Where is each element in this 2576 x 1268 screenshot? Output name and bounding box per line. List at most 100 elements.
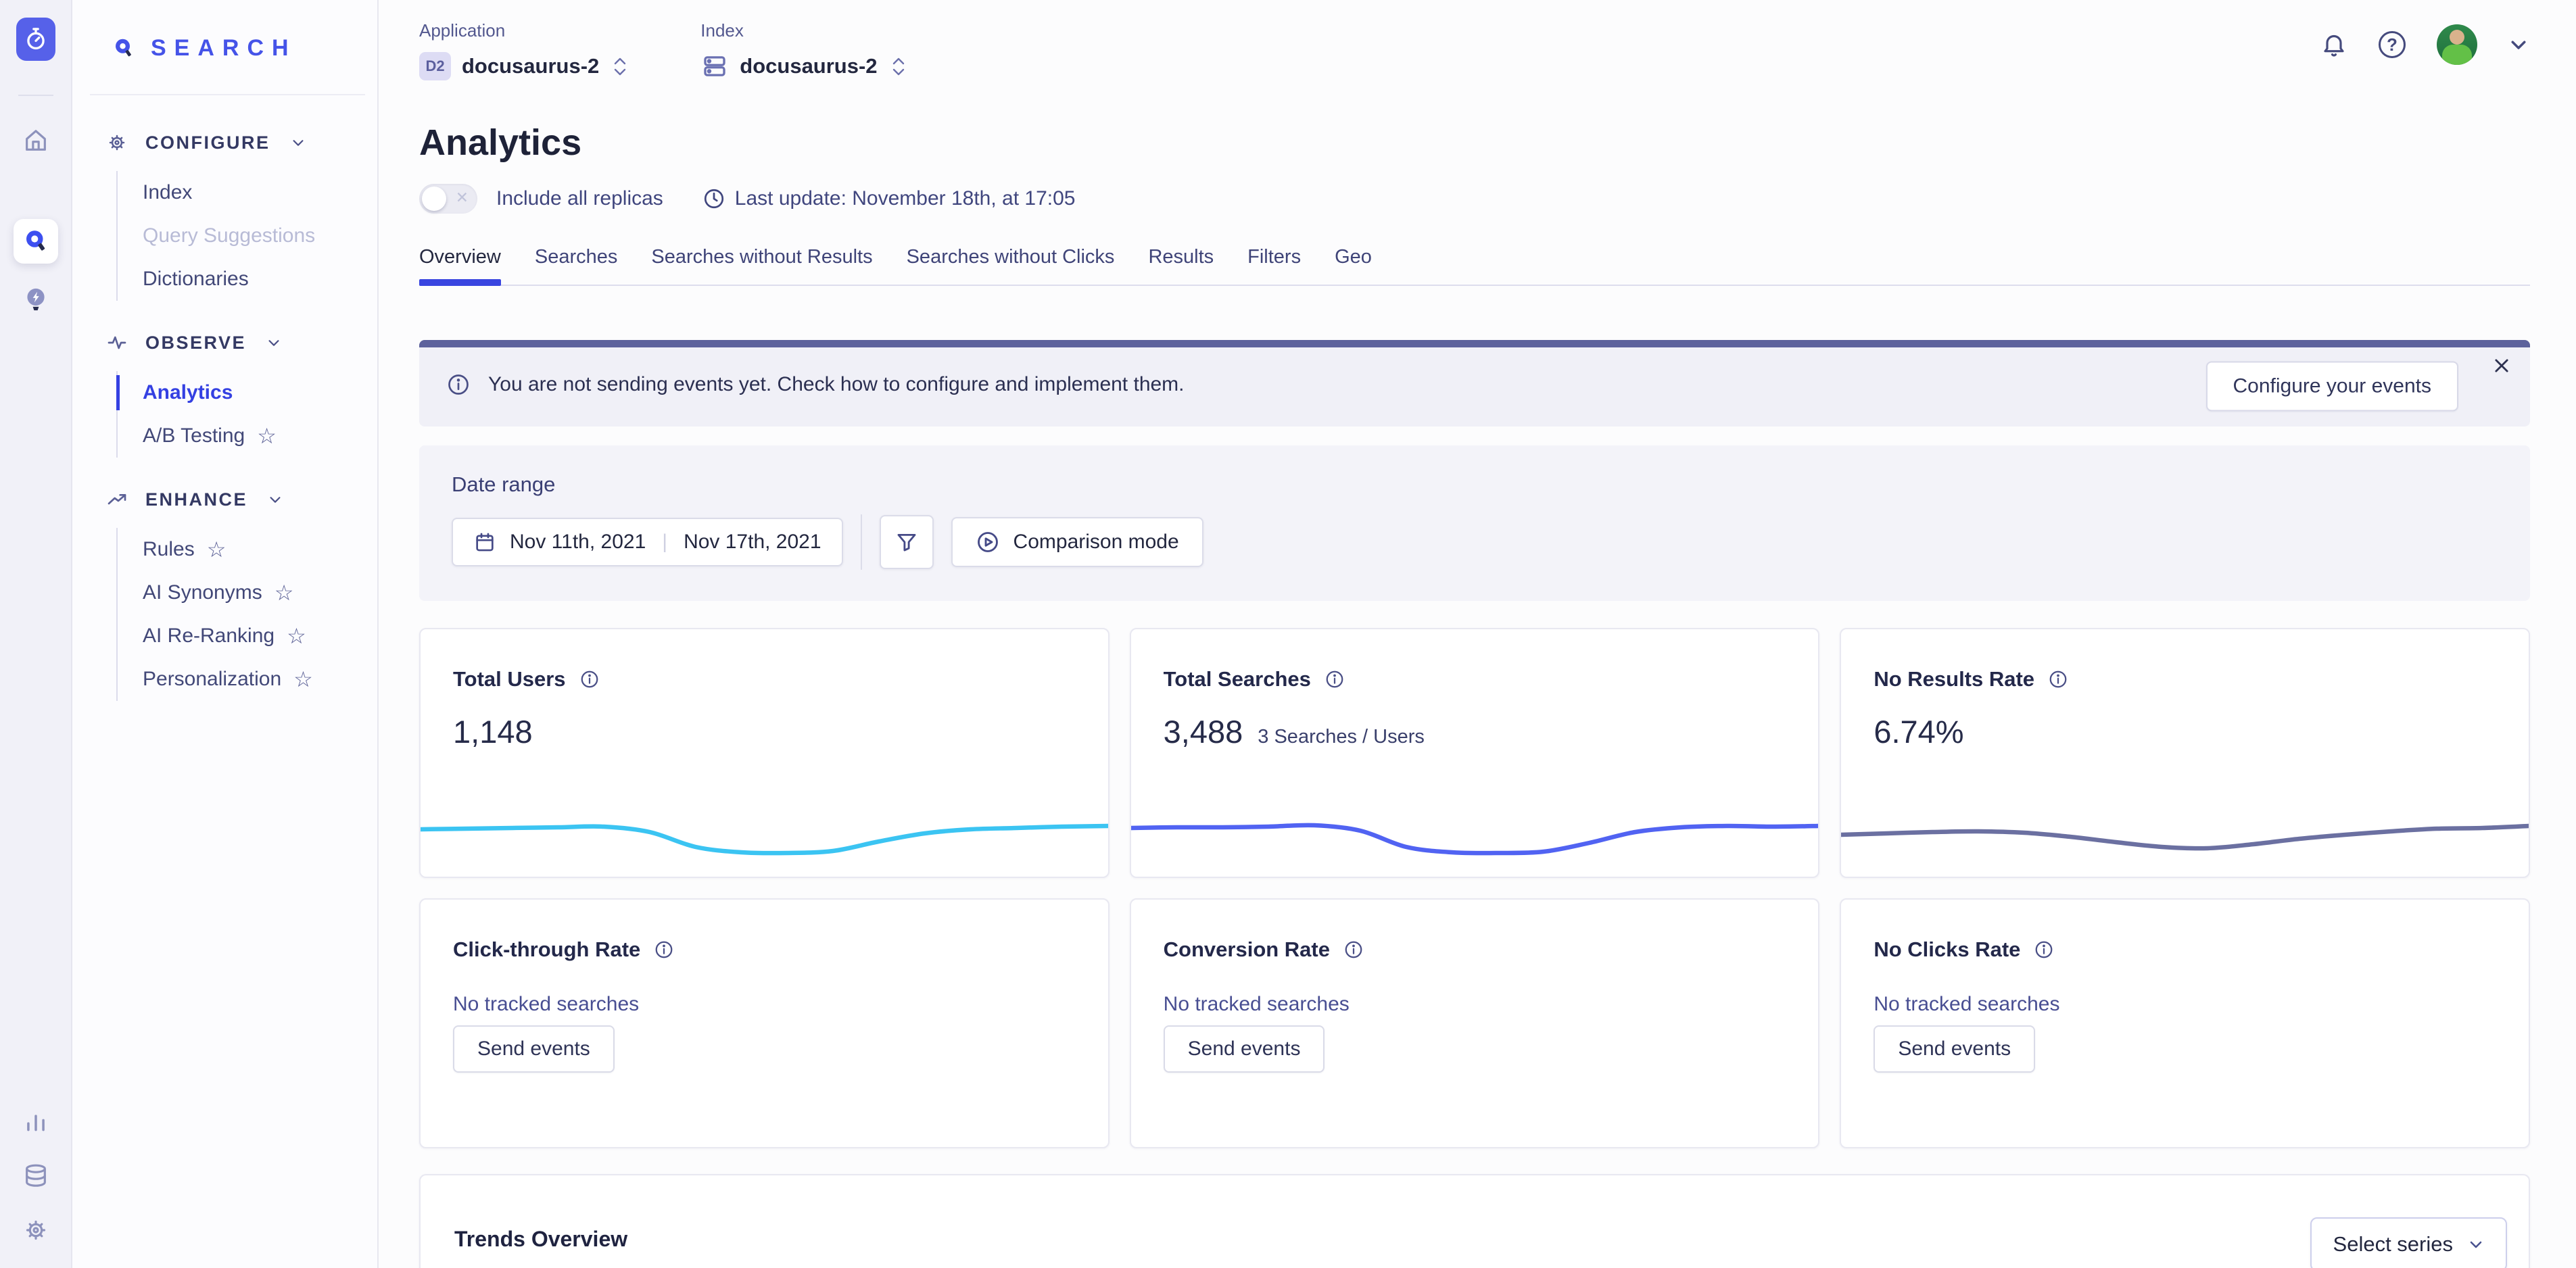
tab-searches-without-results[interactable]: Searches without Results bbox=[651, 246, 872, 285]
gear-icon[interactable] bbox=[22, 1217, 49, 1244]
nav-section-configure: CONFIGURE Index Query Suggestions Dictio… bbox=[106, 132, 377, 301]
sidebar-item-ab-testing[interactable]: A/B Testing ☆ bbox=[143, 414, 377, 458]
nav-header-configure[interactable]: CONFIGURE bbox=[106, 132, 377, 153]
bar-chart-icon[interactable] bbox=[23, 1108, 49, 1134]
toggle-knob bbox=[422, 187, 446, 211]
gear-icon bbox=[106, 132, 128, 153]
nav-section-enhance: ENHANCE Rules ☆ AI Synonyms ☆ AI Re-Rank… bbox=[106, 489, 377, 701]
info-icon[interactable] bbox=[2034, 940, 2054, 960]
sidebar-item-personalization[interactable]: Personalization ☆ bbox=[143, 658, 377, 701]
include-replicas-toggle[interactable]: ✕ bbox=[419, 184, 477, 214]
lightbulb-icon[interactable] bbox=[22, 285, 50, 314]
sidebar-item-dictionaries[interactable]: Dictionaries bbox=[143, 258, 377, 301]
nav-header-observe[interactable]: OBSERVE bbox=[106, 332, 377, 353]
info-icon[interactable] bbox=[1343, 940, 1364, 960]
application-value: docusaurus-2 bbox=[462, 54, 599, 78]
card-no-results-rate: No Results Rate 6.74% bbox=[1840, 628, 2530, 878]
date-separator: | bbox=[662, 531, 667, 554]
product-logo-text: SEARCH bbox=[151, 35, 297, 62]
sparkline-chart bbox=[421, 787, 1108, 869]
filter-button[interactable] bbox=[880, 515, 934, 569]
select-series-label: Select series bbox=[2333, 1232, 2453, 1257]
date-range-picker[interactable]: Nov 11th, 2021 | Nov 17th, 2021 bbox=[452, 518, 843, 566]
card-title: Click-through Rate bbox=[453, 937, 640, 962]
sparkline-chart bbox=[1841, 787, 2529, 869]
tab-searches[interactable]: Searches bbox=[535, 246, 618, 285]
star-icon: ☆ bbox=[287, 623, 306, 649]
last-update-text: Last update: November 18th, at 17:05 bbox=[735, 187, 1076, 210]
card-value: 6.74% bbox=[1874, 713, 1963, 750]
play-circle-icon bbox=[976, 530, 1000, 554]
help-icon[interactable]: ? bbox=[2379, 31, 2406, 58]
tab-filters[interactable]: Filters bbox=[1247, 246, 1301, 285]
home-icon[interactable] bbox=[22, 127, 49, 154]
tab-overview[interactable]: Overview bbox=[419, 246, 501, 285]
chevron-down-icon bbox=[291, 135, 306, 150]
sidebar-item-analytics[interactable]: Analytics bbox=[143, 371, 377, 414]
content: Analytics ✕ Include all replicas Last up… bbox=[379, 108, 2576, 1268]
index-rows-icon bbox=[700, 52, 729, 80]
star-icon: ☆ bbox=[275, 580, 294, 606]
configure-events-button[interactable]: Configure your events bbox=[2206, 361, 2459, 411]
sidebar-item-query-suggestions[interactable]: Query Suggestions bbox=[143, 214, 377, 258]
date-range-panel: Date range Nov 11th, 2021 | Nov 17th, 20… bbox=[419, 445, 2530, 601]
info-icon[interactable] bbox=[2048, 669, 2068, 689]
info-icon[interactable] bbox=[654, 940, 674, 960]
send-events-button[interactable]: Send events bbox=[1164, 1025, 1325, 1073]
sidebar-item-rules[interactable]: Rules ☆ bbox=[143, 528, 377, 571]
chevron-down-icon bbox=[266, 335, 281, 350]
rail-item-search-active[interactable] bbox=[14, 219, 58, 264]
close-icon[interactable] bbox=[2492, 356, 2511, 375]
sidebar-nav: CONFIGURE Index Query Suggestions Dictio… bbox=[72, 95, 377, 732]
select-stepper-icon[interactable] bbox=[892, 57, 905, 76]
app-logo-badge[interactable] bbox=[16, 18, 55, 61]
clock-icon bbox=[702, 187, 725, 210]
sidebar-item-index[interactable]: Index bbox=[143, 171, 377, 214]
card-value: 1,148 bbox=[453, 713, 533, 750]
sidebar-item-ai-synonyms[interactable]: AI Synonyms ☆ bbox=[143, 571, 377, 614]
nav-section-label: CONFIGURE bbox=[145, 132, 270, 153]
card-click-through-rate: Click-through Rate No tracked searches S… bbox=[419, 898, 1110, 1148]
select-series-button[interactable]: Select series bbox=[2310, 1217, 2507, 1268]
avatar[interactable] bbox=[2437, 24, 2477, 65]
select-stepper-icon[interactable] bbox=[614, 57, 626, 76]
empty-state-label: No tracked searches bbox=[1164, 993, 1786, 1016]
toggle-off-icon: ✕ bbox=[456, 189, 469, 207]
card-total-searches: Total Searches 3,488 3 Searches / Users bbox=[1130, 628, 1820, 878]
empty-state-label: No tracked searches bbox=[453, 993, 1076, 1016]
card-no-clicks-rate: No Clicks Rate No tracked searches Send … bbox=[1840, 898, 2530, 1148]
banner-message: You are not sending events yet. Check ho… bbox=[488, 373, 1185, 396]
index-selector[interactable]: Index docusaurus-2 bbox=[700, 20, 904, 108]
index-value: docusaurus-2 bbox=[740, 54, 877, 78]
trends-overview-card: Trends Overview Select series bbox=[419, 1174, 2530, 1268]
send-events-button[interactable]: Send events bbox=[453, 1025, 615, 1073]
trends-title: Trends Overview bbox=[454, 1227, 627, 1252]
tab-searches-without-clicks[interactable]: Searches without Clicks bbox=[907, 246, 1115, 285]
application-selector[interactable]: Application D2 docusaurus-2 bbox=[419, 20, 626, 108]
product-logo[interactable]: SEARCH bbox=[72, 0, 377, 62]
funnel-icon bbox=[895, 531, 918, 554]
tab-bar: Overview Searches Searches without Resul… bbox=[419, 246, 2530, 286]
comparison-mode-button[interactable]: Comparison mode bbox=[951, 517, 1203, 567]
card-total-users: Total Users 1,148 bbox=[419, 628, 1110, 878]
chevron-down-icon[interactable] bbox=[2508, 34, 2529, 55]
send-events-button[interactable]: Send events bbox=[1874, 1025, 2035, 1073]
index-label: Index bbox=[700, 20, 904, 41]
info-icon[interactable] bbox=[579, 669, 600, 689]
sidebar-item-ai-re-ranking[interactable]: AI Re-Ranking ☆ bbox=[143, 614, 377, 658]
tab-geo[interactable]: Geo bbox=[1335, 246, 1372, 285]
search-logo-icon bbox=[112, 36, 136, 61]
rail-divider bbox=[18, 95, 53, 96]
tab-results[interactable]: Results bbox=[1148, 246, 1214, 285]
database-icon[interactable] bbox=[22, 1163, 49, 1190]
nav-section-label: OBSERVE bbox=[145, 333, 246, 353]
nav-section-observe: OBSERVE Analytics A/B Testing ☆ bbox=[106, 332, 377, 458]
bell-icon[interactable] bbox=[2320, 31, 2347, 58]
timer-icon bbox=[23, 26, 49, 52]
info-icon[interactable] bbox=[1325, 669, 1345, 689]
card-conversion-rate: Conversion Rate No tracked searches Send… bbox=[1130, 898, 1820, 1148]
calendar-icon bbox=[473, 531, 496, 554]
nav-header-enhance[interactable]: ENHANCE bbox=[106, 489, 377, 510]
comparison-mode-label: Comparison mode bbox=[1013, 531, 1179, 554]
main-area: Application D2 docusaurus-2 Index bbox=[379, 0, 2576, 1268]
